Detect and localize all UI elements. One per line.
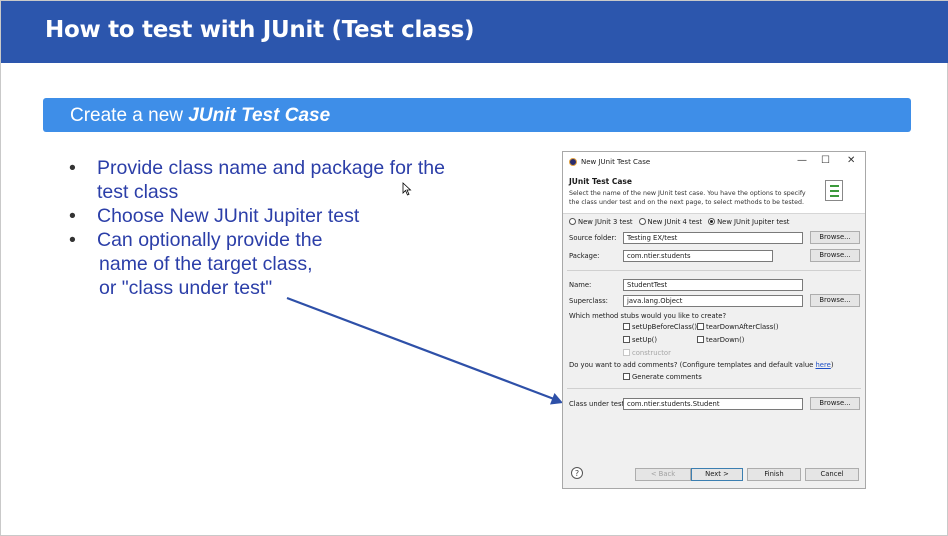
checkbox-icon	[697, 336, 704, 343]
help-icon[interactable]: ?	[571, 467, 583, 479]
bullet-list: • Provide class name and package for the…	[67, 156, 445, 300]
dialog-titlebar: New JUnit Test Case — ☐ ✕	[563, 152, 865, 172]
checkbox-icon	[623, 336, 630, 343]
checkbox-icon	[623, 349, 630, 356]
subtitle-prefix: Create a new	[70, 105, 189, 126]
subtitle-emphasis: JUnit Test Case	[188, 105, 331, 126]
radio-junit-jupiter[interactable]: New JUnit Jupiter test	[708, 218, 789, 226]
new-junit-test-case-dialog: New JUnit Test Case — ☐ ✕ JUnit Test Cas…	[562, 151, 866, 489]
bullet-text-continued: or "class under test"	[99, 277, 273, 299]
bullet-text-continued: name of the target class,	[99, 253, 313, 275]
header-title: JUnit Test Case	[569, 177, 632, 186]
bullet-item: • Provide class name and package for the	[67, 156, 445, 180]
setup-before-class-checkbox[interactable]: setUpBeforeClass()	[623, 323, 697, 331]
checkbox-label: tearDown()	[706, 336, 745, 344]
header-description: Select the name of the new JUnit test ca…	[569, 190, 806, 206]
checkbox-label: tearDownAfterClass()	[706, 323, 779, 331]
radio-label: New JUnit 3 test	[578, 218, 633, 226]
subtitle: Create a new JUnit Test Case	[70, 105, 330, 127]
back-button: < Back	[635, 468, 691, 481]
generate-comments-checkbox[interactable]: Generate comments	[623, 373, 702, 381]
dialog-header: JUnit Test Case Select the name of the n…	[563, 172, 865, 214]
package-input[interactable]: com.ntier.students	[623, 250, 773, 262]
radio-junit3[interactable]: New JUnit 3 test	[569, 218, 633, 226]
junit-version-radio-group: New JUnit 3 test New JUnit 4 test New JU…	[569, 218, 789, 226]
close-button[interactable]: ✕	[847, 156, 855, 166]
class-under-test-label: Class under test:	[569, 400, 627, 408]
separator	[567, 270, 861, 271]
radio-selected-icon	[708, 218, 716, 225]
cancel-button[interactable]: Cancel	[805, 468, 859, 481]
title-bar: How to test with JUnit (Test class)	[1, 1, 948, 63]
bullet-item: • Can optionally provide the	[67, 228, 445, 252]
teardown-after-class-checkbox[interactable]: tearDownAfterClass()	[697, 323, 779, 331]
next-button[interactable]: Next >	[691, 468, 743, 481]
class-under-test-browse-button[interactable]: Browse...	[810, 397, 860, 410]
slide: How to test with JUnit (Test class) Crea…	[0, 0, 948, 536]
subtitle-bar: Create a new JUnit Test Case	[43, 98, 911, 132]
bullet-glyph: •	[69, 229, 76, 251]
name-label: Name:	[569, 281, 592, 289]
radio-label: New JUnit 4 test	[647, 218, 703, 226]
checkbox-label: setUpBeforeClass()	[632, 323, 698, 331]
source-folder-browse-button[interactable]: Browse...	[810, 231, 860, 244]
comments-question-text: Do you want to add comments? (Configure …	[569, 361, 816, 369]
radio-circle-icon	[638, 218, 646, 225]
checkbox-icon	[623, 373, 630, 380]
superclass-label: Superclass:	[569, 297, 608, 305]
configure-templates-link[interactable]: here	[816, 361, 831, 369]
package-label: Package:	[569, 252, 600, 260]
setup-checkbox[interactable]: setUp()	[623, 336, 657, 344]
bullet-item: • Choose New JUnit Jupiter test	[67, 204, 445, 228]
separator	[567, 388, 861, 389]
bullet-glyph: •	[69, 157, 76, 179]
dialog-title: New JUnit Test Case	[581, 158, 651, 166]
constructor-checkbox: constructor	[623, 349, 671, 357]
checkbox-label: setUp()	[632, 336, 657, 344]
superclass-browse-button[interactable]: Browse...	[810, 294, 860, 307]
mouse-cursor-icon	[402, 182, 412, 196]
stubs-question: Which method stubs would you like to cre…	[569, 312, 727, 320]
radio-circle-icon	[569, 218, 576, 225]
finish-button[interactable]: Finish	[747, 468, 801, 481]
superclass-input[interactable]: java.lang.Object	[623, 295, 803, 307]
junit-test-icon	[825, 180, 843, 201]
eclipse-icon	[569, 158, 577, 166]
minimize-button[interactable]: —	[797, 156, 807, 166]
checkbox-icon	[697, 323, 704, 330]
bullet-text: Can optionally provide the	[97, 229, 323, 251]
source-folder-label: Source folder:	[569, 234, 617, 242]
slide-title: How to test with JUnit (Test class)	[45, 17, 475, 43]
radio-junit4[interactable]: New JUnit 4 test	[638, 218, 703, 226]
comments-question: Do you want to add comments? (Configure …	[569, 361, 833, 369]
bullet-text: Provide class name and package for the	[97, 157, 445, 179]
name-input[interactable]: StudentTest	[623, 279, 803, 291]
bullet-glyph: •	[69, 205, 76, 227]
bullet-text: Choose New JUnit Jupiter test	[97, 205, 360, 227]
package-browse-button[interactable]: Browse...	[810, 249, 860, 262]
class-under-test-input[interactable]: com.ntier.students.Student	[623, 398, 803, 410]
teardown-checkbox[interactable]: tearDown()	[697, 336, 744, 344]
checkbox-label: constructor	[632, 349, 671, 357]
source-folder-input[interactable]: Testing EX/test	[623, 232, 803, 244]
checkbox-label: Generate comments	[632, 373, 702, 381]
bullet-text-continued: test class	[97, 181, 179, 203]
maximize-button[interactable]: ☐	[821, 156, 830, 166]
comments-question-close: )	[830, 361, 834, 369]
checkbox-icon	[623, 323, 630, 330]
radio-label: New JUnit Jupiter test	[717, 218, 790, 226]
